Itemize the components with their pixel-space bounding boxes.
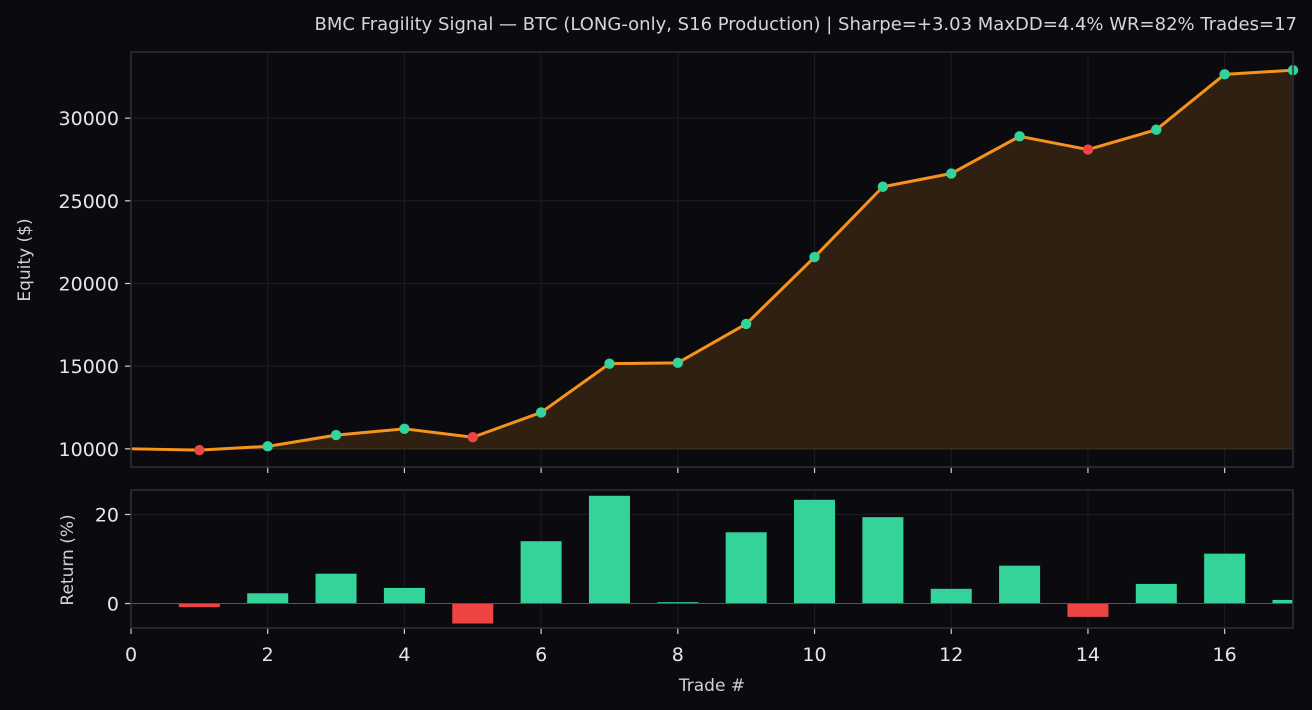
returns-x-tick-label: 14 <box>1076 644 1100 666</box>
returns-bar-win <box>999 565 1041 604</box>
returns-bar-win <box>794 499 836 604</box>
equity-point-loss <box>467 432 478 443</box>
returns-bar-win <box>1135 583 1177 604</box>
returns-bar-win <box>930 588 972 604</box>
equity-point-win <box>877 181 889 192</box>
equity-point-win <box>399 423 410 435</box>
equity-point-win <box>809 251 820 263</box>
equity-point-win <box>1014 131 1025 142</box>
equity-panel: 10000 15000 20000 25000 30000 Equity ($) <box>15 51 1299 473</box>
equity-point-win <box>946 168 957 179</box>
equity-point-win <box>535 407 547 418</box>
returns-x-axis-label: Trade # <box>678 676 745 696</box>
equity-point-win <box>740 318 752 330</box>
returns-bar-win <box>520 541 562 604</box>
equity-y-tick-label: 25000 <box>59 191 119 213</box>
returns-bar-win <box>725 532 767 604</box>
equity-point-win <box>262 441 273 452</box>
returns-bar-loss <box>452 603 494 624</box>
returns-x-tick-label: 0 <box>125 644 137 666</box>
returns-x-tick-label: 16 <box>1213 644 1237 666</box>
returns-y-tick-label: 0 <box>107 594 119 616</box>
equity-point-win <box>1219 69 1230 80</box>
returns-bar-loss <box>1067 603 1109 617</box>
returns-bar-win <box>315 573 357 604</box>
chart-figure: BMC Fragility Signal — BTC (LONG-only, S… <box>0 0 1312 710</box>
returns-x-tick-label: 12 <box>939 644 963 666</box>
equity-point-loss <box>1082 144 1094 155</box>
returns-y-axis-label: Return (%) <box>58 514 78 605</box>
equity-point-win <box>330 429 342 441</box>
equity-y-tick-label: 15000 <box>59 356 119 378</box>
equity-y-tick-label: 20000 <box>59 273 119 295</box>
equity-point-loss <box>194 444 205 456</box>
equity-point-win <box>672 357 684 369</box>
equity-point-win <box>604 358 615 369</box>
equity-y-tick-label: 10000 <box>59 439 119 461</box>
returns-x-tick-label: 2 <box>262 644 274 666</box>
returns-bar-win <box>862 517 904 604</box>
equity-point-win <box>1151 124 1162 135</box>
returns-bar-win <box>383 587 425 604</box>
equity-y-axis-label: Equity ($) <box>15 218 35 301</box>
chart-svg: BMC Fragility Signal — BTC (LONG-only, S… <box>0 0 1312 710</box>
returns-y-tick-label: 20 <box>95 504 119 526</box>
returns-x-tick-label: 6 <box>535 644 547 666</box>
returns-bar-win <box>1204 553 1246 604</box>
returns-panel-frame <box>130 489 1294 629</box>
returns-x-tick-label: 4 <box>398 644 410 666</box>
chart-title: BMC Fragility Signal — BTC (LONG-only, S… <box>315 14 1297 35</box>
returns-bar-loss <box>178 603 220 608</box>
returns-bar-win <box>247 593 289 604</box>
returns-x-tick-label: 10 <box>802 644 826 666</box>
returns-x-tick-label: 8 <box>672 644 684 666</box>
returns-bar-win <box>588 495 630 604</box>
equity-y-tick-label: 30000 <box>59 108 119 130</box>
